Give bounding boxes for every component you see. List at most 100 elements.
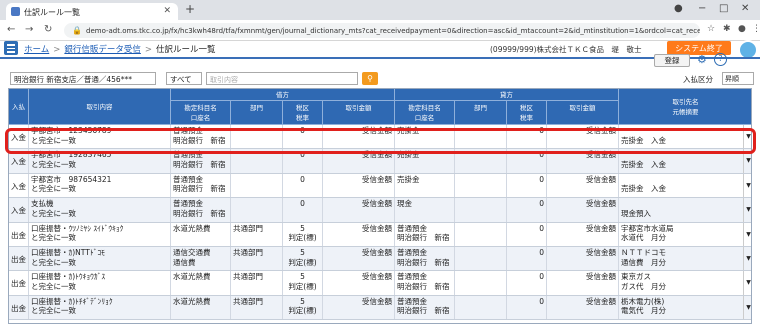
- credit-account-cell-text: 明治銀行 新宿: [397, 306, 450, 316]
- row-dropdown-icon[interactable]: ▼: [743, 271, 751, 295]
- more-icon[interactable]: ⋮: [752, 24, 760, 34]
- debit-account-cell-text: [173, 282, 228, 292]
- payee-cell: 現金預入: [619, 198, 751, 221]
- credit-amount-cell-text: 受信金額: [586, 174, 616, 184]
- url-field[interactable]: 🔒 demo-adt.oms.tkc.co.jp/fx/hc3kwh48rd/t…: [64, 23, 700, 38]
- debit-dept-cell-text: [233, 199, 280, 209]
- debit-dept-cell: [231, 198, 283, 222]
- debit-tax-cell-text: 0: [300, 199, 305, 209]
- debit-account-cell-text: 明治銀行 新宿: [173, 159, 226, 169]
- sort-select[interactable]: 昇順: [722, 72, 754, 85]
- payee-cell-text: 東京ガス: [621, 272, 651, 282]
- search-input[interactable]: 取引内容: [206, 72, 358, 85]
- row-dropdown-icon[interactable]: ▼: [743, 198, 751, 222]
- search-icon[interactable]: ⚲: [362, 72, 378, 85]
- credit-amount-cell: 受信金額: [547, 198, 619, 222]
- table-row[interactable]: 出金 口座振替・ｶ)ﾄｳｷｮｳｶﾞｽ と完全に一致 水道光熱費 共通部門 5 判定(標) 受信…: [9, 271, 751, 296]
- browser-tab[interactable]: 仕訳ルール一覧 ✕: [6, 3, 178, 20]
- credit-amount-cell: 受信金額: [547, 247, 619, 271]
- minimize-icon[interactable]: −: [698, 3, 706, 14]
- gear-icon[interactable]: ⚙: [697, 53, 707, 66]
- account-select[interactable]: 明治銀行 新宿支店／普通／456***: [10, 72, 156, 85]
- back-icon[interactable]: ←: [7, 24, 15, 35]
- row-dropdown-icon[interactable]: ▼: [743, 173, 751, 198]
- content-cell-text: 口座振替・ｳﾂﾉﾐﾔｼ ｽｲﾄﾞｳｷｮｸ: [31, 223, 124, 233]
- table-row[interactable]: 出金 口座振替・ｶ)ﾄﾁｷﾞﾃﾞﾝﾘｮｸ と完全に一致 水道光熱費 共通部門 5 判定(標)…: [9, 295, 751, 321]
- reload-icon[interactable]: ↻: [44, 24, 52, 35]
- credit-account-cell-text: 普通預金: [397, 248, 427, 257]
- credit-amount-cell-text: 受信金額: [586, 272, 616, 282]
- kind-select[interactable]: すべて: [166, 72, 202, 85]
- content-cell: 口座振替・ｶ)ﾄｳｷｮｳｶﾞｽ と完全に一致: [29, 271, 171, 295]
- in-out-cell-text: 出金: [11, 303, 26, 313]
- journal-rule-table: 入払 取引内容 借方 貸方 取引先名 元帳摘要 勘定科目名 口座名 部門 税区 税率 …: [8, 88, 752, 324]
- maximize-icon[interactable]: □: [719, 3, 728, 14]
- payee-cell-text: 電気代 月分: [621, 306, 666, 316]
- forward-icon[interactable]: →: [25, 24, 33, 35]
- credit-account-cell: 売掛金: [395, 173, 455, 198]
- content-cell: 支払機 と完全に一致: [29, 198, 171, 222]
- credit-account-cell-text: 普通預金: [397, 296, 427, 306]
- debit-tax-cell-text: 判定(標): [288, 281, 317, 291]
- credit-dept-cell-text: [457, 175, 504, 185]
- extensions-icon[interactable]: ✱: [723, 24, 731, 34]
- debit-tax-cell-text: 0: [300, 174, 305, 184]
- close-tab-icon[interactable]: ✕: [163, 6, 171, 16]
- debit-dept-cell: [231, 173, 283, 198]
- debit-account-cell-text: 通信費: [173, 257, 196, 267]
- account-icon[interactable]: ●: [738, 24, 746, 34]
- credit-account-cell: 普通預金 明治銀行 新宿: [395, 247, 455, 271]
- row-dropdown-icon[interactable]: ▼: [743, 222, 751, 246]
- debit-amount-cell: 受信金額: [323, 271, 395, 295]
- header-credit-tax-rate: 税率: [520, 114, 533, 122]
- tab-title: 仕訳ルール一覧: [24, 8, 80, 17]
- debit-account-cell: 普通預金 明治銀行 新宿: [171, 198, 231, 222]
- credit-tax-cell-text: [509, 306, 544, 316]
- payee-cell-text: 栃木電力(株): [621, 296, 665, 306]
- help-icon[interactable]: ?: [714, 53, 727, 66]
- debit-tax-cell-text: [285, 209, 320, 219]
- payee-cell: ＮＴＴドコモ 通信費 月分: [619, 247, 751, 270]
- table-row[interactable]: 出金 口座振替・ｶ)NTTﾄﾞｺﾓ と完全に一致 通信交通費 通信費 共通部門 5 判定(標)…: [9, 247, 751, 272]
- star-icon[interactable]: ☆: [707, 24, 715, 34]
- table-row[interactable]: 出金 口座振替・ｳﾂﾉﾐﾔｼ ｽｲﾄﾞｳｷｮｸ と完全に一致 水道光熱費 共通部門 5 判定…: [9, 222, 751, 247]
- content-cell-text: と完全に一致: [31, 233, 76, 243]
- credit-tax-cell-text: [509, 184, 544, 194]
- debit-amount-cell-text: 受信金額: [362, 248, 392, 257]
- profile-icon[interactable]: ●: [674, 3, 683, 14]
- row-dropdown-icon[interactable]: ▼: [743, 295, 751, 320]
- in-out-cell: 出金: [9, 271, 29, 295]
- table-row[interactable]: 入金 支払機 と完全に一致 普通預金 明治銀行 新宿 0 受信金額 現金 0 受信金額 現金預入 ▼: [9, 198, 751, 223]
- header-payee: 取引先名 元帳摘要: [619, 89, 751, 125]
- credit-account-cell-text: 普通預金: [397, 272, 427, 282]
- debit-dept-cell-text: 共通部門: [233, 248, 263, 257]
- credit-account-cell: 現金: [395, 198, 455, 222]
- debit-dept-cell-text: [233, 175, 280, 185]
- header-credit-account: 勘定科目名 口座名: [395, 101, 455, 125]
- debit-account-cell: 通信交通費 通信費: [171, 247, 231, 271]
- row-dropdown-icon[interactable]: ▼: [743, 247, 751, 271]
- content-cell: 口座振替・ｶ)NTTﾄﾞｺﾓ と完全に一致: [29, 247, 171, 271]
- credit-tax-cell-text: [509, 209, 544, 219]
- content-cell-text: と完全に一致: [31, 257, 76, 267]
- credit-dept-cell-text: [457, 224, 504, 234]
- debit-account-cell-text: 水道光熱費: [173, 296, 211, 306]
- new-tab-button[interactable]: +: [185, 2, 195, 16]
- debit-tax-cell-text: [285, 184, 320, 194]
- credit-account-cell: 普通預金 明治銀行 新宿: [395, 295, 455, 320]
- header-debit-account-name: 勘定科目名: [184, 104, 217, 112]
- close-window-icon[interactable]: ✕: [741, 3, 749, 14]
- header-content: 取引内容: [29, 89, 171, 125]
- payee-cell-text: ＮＴＴドコモ: [621, 248, 666, 257]
- debit-amount-cell-text: 受信金額: [362, 223, 392, 233]
- debit-account-cell-text: 水道光熱費: [173, 223, 211, 233]
- debit-tax-cell-text: 判定(標): [288, 306, 317, 316]
- table-row[interactable]: 入金 宇都宮市 987654321 と完全に一致 普通預金 明治銀行 新宿 0 受信金額 売掛…: [9, 173, 751, 199]
- browser-window: 仕訳ルール一覧 ✕ + ● − □ ✕ ← → ↻ 🔒 demo-adt.oms…: [0, 0, 760, 324]
- register-button[interactable]: 登録: [654, 54, 690, 67]
- debit-tax-cell: 5 判定(標): [283, 271, 323, 295]
- payee-cell-text: 現金預入: [621, 208, 651, 218]
- payee-cell-text: [621, 175, 750, 185]
- credit-account-cell: 普通預金 明治銀行 新宿: [395, 271, 455, 295]
- debit-tax-cell-text: 5: [300, 223, 305, 233]
